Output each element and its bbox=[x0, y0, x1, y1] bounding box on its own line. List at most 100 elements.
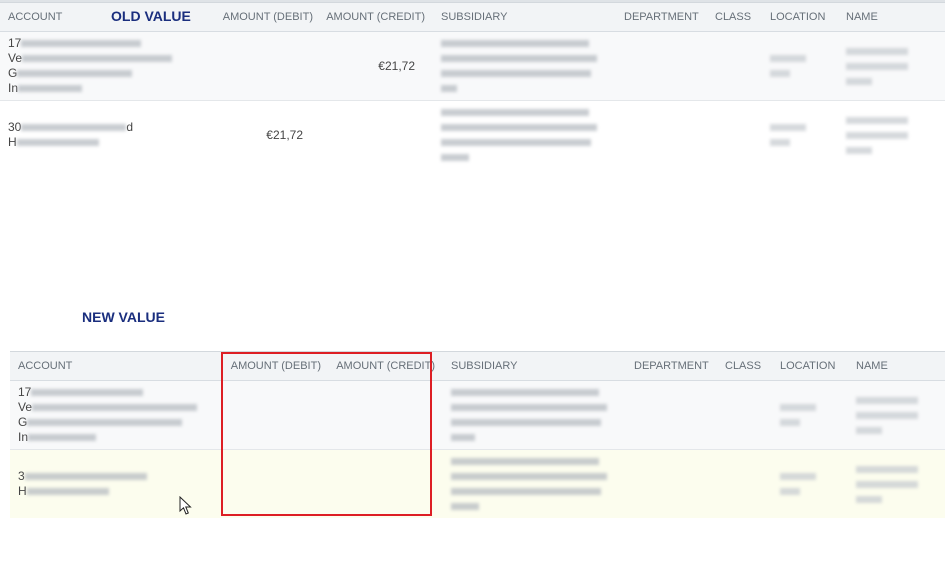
col-department-header[interactable]: DEPARTMENT bbox=[616, 2, 707, 32]
redacted-text bbox=[18, 85, 83, 93]
redacted-text bbox=[770, 124, 806, 132]
mouse-pointer-icon bbox=[179, 496, 192, 515]
account-text-fragment: H bbox=[8, 135, 17, 149]
redacted-text bbox=[451, 458, 599, 466]
col-credit-header[interactable]: AMOUNT (CREDIT) bbox=[321, 2, 433, 32]
account-text-fragment: In bbox=[8, 81, 19, 95]
department-cell bbox=[616, 100, 707, 169]
redacted-text bbox=[441, 139, 591, 147]
amount-columns-highlight bbox=[221, 352, 432, 516]
redacted-text bbox=[16, 139, 99, 147]
redacted-text bbox=[451, 404, 607, 412]
redacted-text bbox=[780, 473, 816, 481]
col-location-header[interactable]: LOCATION bbox=[772, 351, 848, 381]
redacted-text bbox=[441, 40, 589, 48]
redacted-text bbox=[441, 124, 597, 132]
account-number-fragment: 17 bbox=[18, 385, 32, 399]
table-row[interactable]: 17 Ve G In €21,72 bbox=[0, 31, 945, 101]
redacted-text bbox=[846, 116, 908, 124]
debit-cell bbox=[215, 31, 321, 101]
credit-cell bbox=[321, 100, 433, 169]
col-class-header[interactable]: CLASS bbox=[707, 2, 762, 32]
redacted-text bbox=[846, 146, 872, 154]
department-cell bbox=[616, 31, 707, 101]
col-location-header[interactable]: LOCATION bbox=[762, 2, 838, 32]
account-number-fragment: 30 bbox=[8, 120, 22, 134]
account-number-fragment: 3 bbox=[18, 469, 25, 483]
name-cell bbox=[848, 449, 945, 518]
redacted-text bbox=[451, 503, 479, 511]
location-cell bbox=[762, 31, 838, 101]
redacted-text bbox=[441, 154, 469, 162]
redacted-text bbox=[856, 495, 882, 503]
redacted-text bbox=[780, 419, 800, 427]
name-cell bbox=[838, 100, 945, 169]
col-class-header[interactable]: CLASS bbox=[717, 351, 772, 381]
subsidiary-cell bbox=[433, 100, 616, 169]
account-text-fragment: In bbox=[18, 430, 29, 444]
redacted-text bbox=[441, 55, 597, 63]
redacted-text bbox=[770, 55, 806, 63]
redacted-text bbox=[24, 473, 147, 481]
redacted-text bbox=[441, 85, 457, 93]
old-value-table: ACCOUNT AMOUNT (DEBIT) AMOUNT (CREDIT) S… bbox=[0, 2, 945, 169]
redacted-text bbox=[27, 419, 183, 427]
redacted-text bbox=[856, 426, 882, 434]
new-value-title: NEW VALUE bbox=[82, 309, 165, 325]
redacted-text bbox=[441, 109, 589, 117]
col-subsidiary-header[interactable]: SUBSIDIARY bbox=[433, 2, 616, 32]
redacted-text bbox=[17, 70, 133, 78]
col-department-header[interactable]: DEPARTMENT bbox=[626, 351, 717, 381]
redacted-text bbox=[26, 488, 109, 496]
location-cell bbox=[772, 449, 848, 518]
table-row[interactable]: 30 d H €21,72 bbox=[0, 100, 945, 169]
redacted-text bbox=[21, 40, 142, 48]
col-debit-header[interactable]: AMOUNT (DEBIT) bbox=[215, 2, 321, 32]
col-name-header[interactable]: NAME bbox=[848, 351, 945, 381]
redacted-text bbox=[21, 124, 127, 132]
subsidiary-cell bbox=[443, 449, 626, 518]
table-row[interactable]: 17 Ve G In bbox=[10, 380, 945, 450]
debit-cell: €21,72 bbox=[215, 100, 321, 169]
redacted-text bbox=[451, 389, 599, 397]
redacted-text bbox=[451, 473, 607, 481]
class-cell bbox=[707, 100, 762, 169]
redacted-text bbox=[846, 62, 908, 70]
account-cell: 17 Ve G In bbox=[10, 380, 223, 450]
new-value-table: ACCOUNT AMOUNT (DEBIT) AMOUNT (CREDIT) S… bbox=[10, 351, 945, 518]
redacted-text bbox=[22, 55, 173, 63]
redacted-text bbox=[856, 396, 918, 404]
subsidiary-cell bbox=[443, 380, 626, 450]
class-cell bbox=[717, 449, 772, 518]
credit-cell: €21,72 bbox=[321, 31, 433, 101]
class-cell bbox=[707, 31, 762, 101]
new-header-row: ACCOUNT AMOUNT (DEBIT) AMOUNT (CREDIT) S… bbox=[10, 351, 945, 381]
table-row[interactable]: 3 H bbox=[10, 449, 945, 518]
account-number-fragment: 17 bbox=[8, 36, 22, 50]
redacted-text bbox=[441, 70, 591, 78]
col-name-header[interactable]: NAME bbox=[838, 2, 945, 32]
subsidiary-cell bbox=[433, 31, 616, 101]
account-text-fragment: G bbox=[8, 66, 18, 80]
redacted-text bbox=[856, 411, 918, 419]
redacted-text bbox=[451, 419, 601, 427]
col-subsidiary-header[interactable]: SUBSIDIARY bbox=[443, 351, 626, 381]
class-cell bbox=[717, 380, 772, 450]
redacted-text bbox=[451, 488, 601, 496]
redacted-text bbox=[856, 480, 918, 488]
account-cell: 30 d H bbox=[0, 100, 215, 169]
name-cell bbox=[838, 31, 945, 101]
account-text-fragment: d bbox=[126, 120, 134, 134]
redacted-text bbox=[32, 404, 198, 412]
location-cell bbox=[762, 100, 838, 169]
redacted-text bbox=[780, 404, 816, 412]
account-text-fragment: Ve bbox=[8, 51, 23, 65]
redacted-text bbox=[846, 131, 908, 139]
account-cell: 17 Ve G In bbox=[0, 31, 215, 101]
redacted-text bbox=[770, 139, 790, 147]
redacted-text bbox=[846, 47, 908, 55]
redacted-text bbox=[856, 465, 918, 473]
col-account-header[interactable]: ACCOUNT bbox=[10, 351, 223, 381]
location-cell bbox=[772, 380, 848, 450]
account-text-fragment: Ve bbox=[18, 400, 33, 414]
